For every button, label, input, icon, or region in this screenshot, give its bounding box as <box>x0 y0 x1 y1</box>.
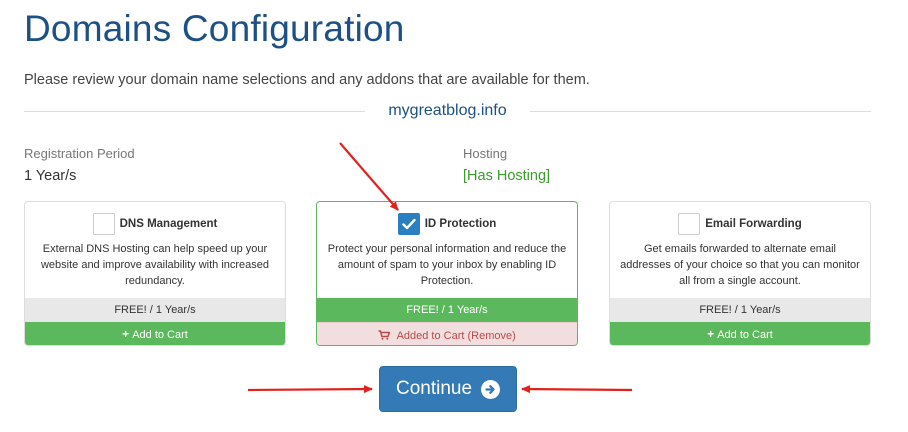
annotation-arrow-to-checkbox <box>339 142 399 211</box>
addon-header[interactable]: DNS Management <box>25 212 285 236</box>
dns-management-add-to-cart-button[interactable]: + Add to Cart <box>25 322 285 345</box>
divider-line-right <box>530 111 871 112</box>
page-intro: Please review your domain name selection… <box>24 72 590 88</box>
addon-name[interactable]: ID Protection <box>425 218 497 230</box>
checkmark-icon <box>402 218 416 230</box>
addon-description: Protect your personal information and re… <box>327 243 567 287</box>
id-protection-checkbox[interactable] <box>397 213 420 235</box>
email-forwarding-checkbox[interactable] <box>678 213 701 235</box>
addon-price: FREE! / 1 Year/s <box>25 298 285 322</box>
addon-card-id-protection: ID Protection Protect your personal info… <box>316 201 578 346</box>
circle-arrow-right-icon <box>481 379 501 399</box>
addon-description: Get emails forwarded to alternate email … <box>620 243 860 287</box>
cart-button-label: Add to Cart <box>717 329 773 341</box>
addon-name[interactable]: DNS Management <box>120 218 218 230</box>
addon-header[interactable]: Email Forwarding <box>610 212 870 236</box>
email-forwarding-add-to-cart-button[interactable]: + Add to Cart <box>610 322 870 345</box>
addon-price: FREE! / 1 Year/s <box>317 298 577 322</box>
domain-name: mygreatblog.info <box>388 102 507 119</box>
cart-button-label: Add to Cart <box>132 329 188 341</box>
plus-icon: + <box>122 327 130 341</box>
dns-management-checkbox[interactable] <box>92 213 115 235</box>
annotation-arrow-left-to-continue <box>247 385 373 394</box>
registration-period-value: 1 Year/s <box>24 168 77 184</box>
plus-icon: + <box>707 327 715 341</box>
addon-card-email-forwarding: Email Forwarding Get emails forwarded to… <box>609 201 871 346</box>
addon-header[interactable]: ID Protection <box>317 212 577 236</box>
annotation-arrow-right-to-continue <box>521 385 633 394</box>
page-title: Domains Configuration <box>24 8 405 49</box>
continue-button[interactable]: Continue <box>379 366 517 412</box>
domain-divider: mygreatblog.info <box>24 100 871 124</box>
hosting-label: Hosting <box>463 146 508 161</box>
divider-line-left <box>24 111 365 112</box>
shopping-cart-icon <box>378 328 393 342</box>
cart-button-label: Added to Cart (Remove) <box>396 330 516 342</box>
hosting-value: [Has Hosting] <box>463 168 551 184</box>
continue-label: Continue <box>395 378 473 399</box>
addon-price: FREE! / 1 Year/s <box>610 298 870 322</box>
addon-name[interactable]: Email Forwarding <box>705 218 802 230</box>
id-protection-remove-from-cart-button[interactable]: Added to Cart (Remove) <box>317 322 577 345</box>
addon-description: External DNS Hosting can help speed up y… <box>40 243 270 287</box>
registration-period-label: Registration Period <box>24 146 135 161</box>
addon-card-dns-management: DNS Management External DNS Hosting can … <box>24 201 286 346</box>
